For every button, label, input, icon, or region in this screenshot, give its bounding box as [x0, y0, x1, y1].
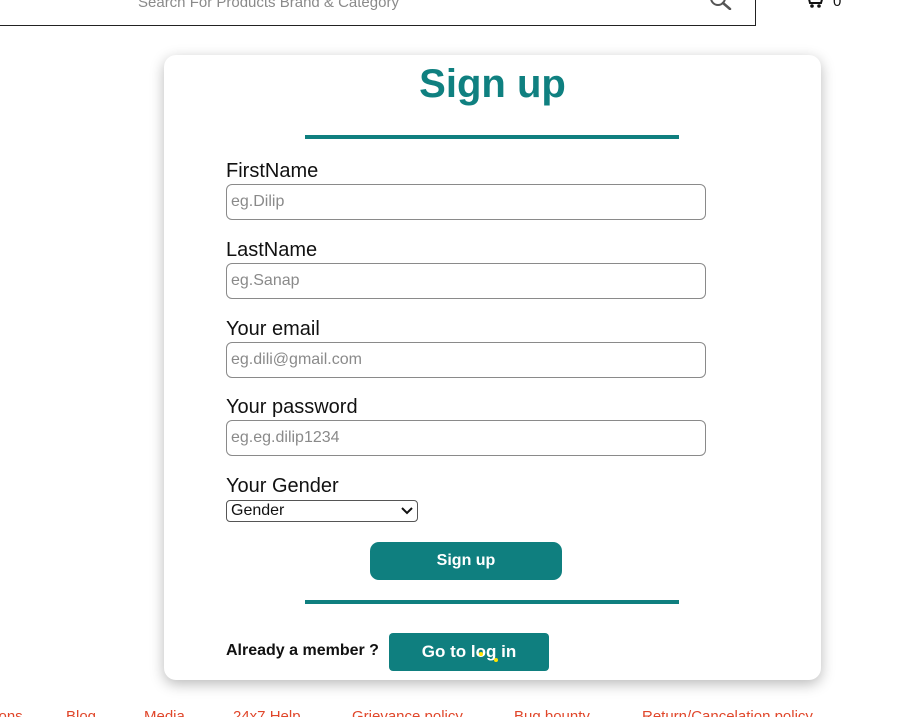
email-input[interactable]	[226, 342, 706, 378]
footer-link-return-policy[interactable]: Return/Cancelation policy	[642, 708, 813, 717]
footer-link-help[interactable]: 24x7 Help	[233, 708, 301, 717]
cart-button[interactable]: 0	[805, 0, 842, 10]
search-input[interactable]	[138, 0, 678, 12]
go-to-login-button[interactable]: Go to log in	[389, 633, 549, 671]
email-label: Your email	[226, 318, 320, 340]
footer-link-blog[interactable]: Blog	[66, 708, 96, 717]
footer-link-media[interactable]: Media	[144, 708, 185, 717]
cart-icon	[808, 0, 823, 8]
lastname-label: LastName	[226, 239, 318, 261]
bottom-divider	[305, 600, 679, 604]
cursor-highlight	[479, 652, 483, 656]
signup-title: Sign up	[419, 62, 566, 106]
title-divider	[305, 135, 679, 139]
cursor-highlight	[494, 658, 498, 662]
chevron-down-icon	[401, 507, 413, 515]
gender-label: Your Gender	[226, 475, 339, 497]
firstname-label: FirstName	[226, 160, 319, 182]
footer-link-grievance[interactable]: Grievance policy	[352, 708, 463, 717]
gender-selected-value: Gender	[231, 502, 285, 519]
firstname-input[interactable]	[226, 184, 706, 220]
password-input[interactable]	[226, 420, 706, 456]
already-member-text: Already a member ?	[226, 642, 379, 659]
cart-count: 0	[833, 0, 842, 10]
search-icon[interactable]	[710, 0, 732, 10]
gender-select[interactable]: Gender	[226, 500, 418, 522]
lastname-input[interactable]	[226, 263, 706, 299]
top-bar: 0	[0, 0, 923, 30]
signup-card: Sign up FirstName LastName Your email Yo…	[164, 55, 821, 680]
footer-links: ...ons Blog Media 24x7 Help Grievance po…	[0, 708, 923, 717]
footer-link-ons[interactable]: ...ons	[0, 708, 23, 717]
password-label: Your password	[226, 396, 358, 418]
signup-button[interactable]: Sign up	[370, 542, 562, 580]
footer-link-bug-bounty[interactable]: Bug bounty	[514, 708, 590, 717]
